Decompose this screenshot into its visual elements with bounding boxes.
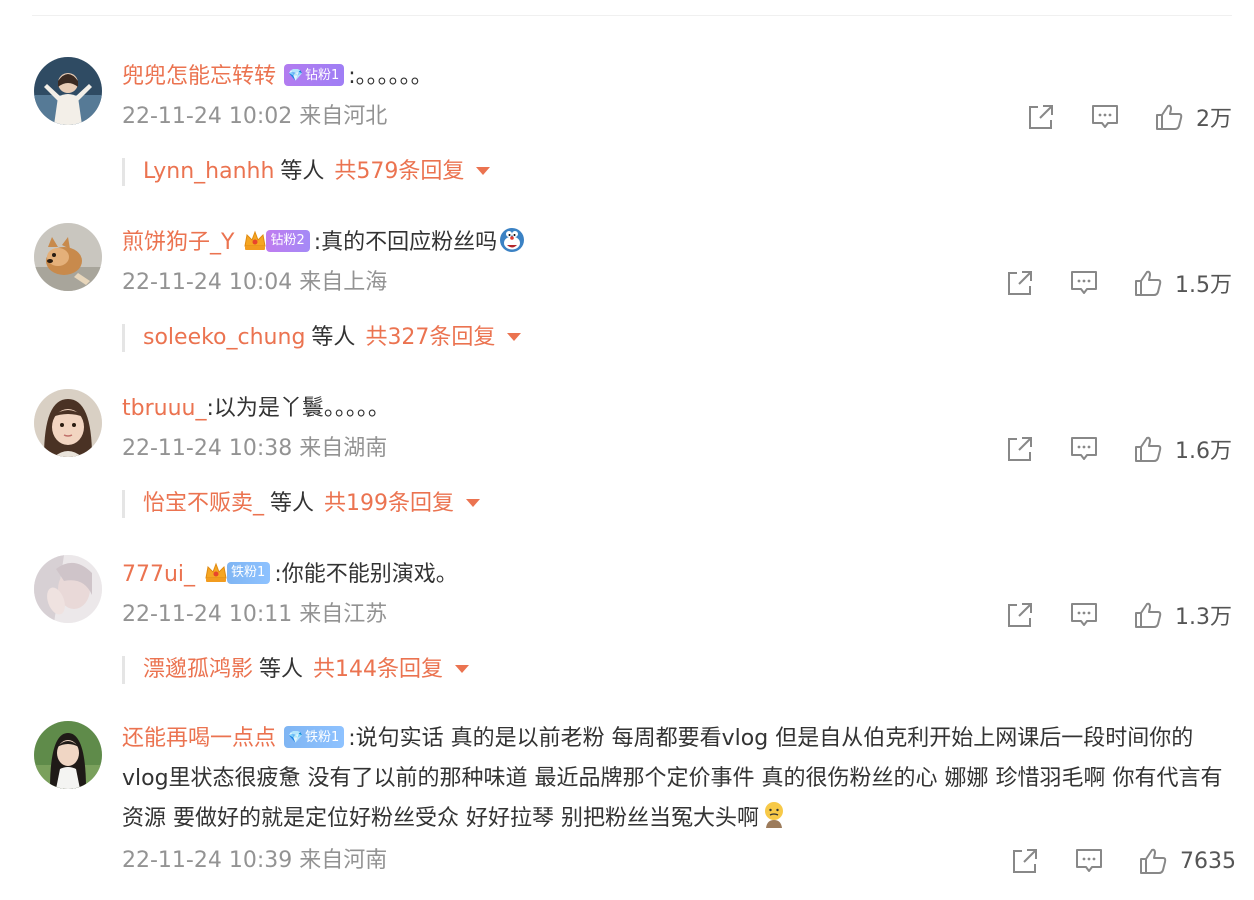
replies-toggle[interactable]: Lynn_hanhh 等人 共579条回复 (122, 158, 491, 186)
avatar[interactable] (34, 389, 102, 457)
share-icon (1008, 603, 1032, 627)
comment-header: tbruuu_:以为是丫鬟。。。。。 (122, 391, 1224, 427)
emoji-icon (497, 224, 527, 254)
comment-text: :真的不回应粉丝吗 (313, 230, 498, 255)
emoji-icon (759, 800, 789, 830)
reply-button[interactable] (1069, 268, 1099, 298)
share-icon (1013, 849, 1037, 873)
share-button[interactable] (1005, 268, 1035, 298)
replies-toggle[interactable]: soleeko_chung 等人 共327条回复 (122, 324, 522, 352)
reply-user[interactable]: soleeko_chung (143, 325, 305, 350)
reply-button[interactable] (1074, 846, 1104, 876)
share-button[interactable] (1005, 600, 1035, 630)
reply-etc: 等人 (259, 657, 304, 682)
replies-toggle[interactable]: 怡宝不贩卖_ 等人 共199条回复 (122, 490, 481, 518)
avatar[interactable] (34, 555, 102, 623)
username[interactable]: tbruuu_ (122, 396, 206, 421)
comment-meta: 22-11-24 10:39 来自河南 (122, 848, 388, 873)
crown-icon (203, 559, 229, 585)
reply-user[interactable]: Lynn_hanhh (143, 159, 274, 184)
comment-actions: 2万 (1026, 101, 1232, 133)
comment-text: :。。。。。。 (348, 64, 433, 89)
comment-header: 还能再喝一点点 💎 铁粉1:说句实话 真的是以前老粉 每周都要看vlog 但是自从伯… (122, 719, 1224, 839)
crown-icon (242, 227, 268, 253)
reply-etc: 等人 (270, 491, 315, 516)
replies-toggle[interactable]: 漂邈孤鸿影 等人 共144条回复 (122, 656, 470, 684)
reply-etc: 等人 (311, 325, 356, 350)
like-button[interactable]: 2万 (1154, 101, 1232, 133)
comment-meta: 22-11-24 10:02 来自河北 (122, 104, 388, 129)
chevron-down-icon (466, 498, 481, 507)
reply-button[interactable] (1069, 434, 1099, 464)
reply-user[interactable]: 怡宝不贩卖_ (143, 491, 264, 516)
share-icon (1008, 437, 1032, 461)
reply-button[interactable] (1069, 600, 1099, 630)
comment-icon (1071, 437, 1097, 460)
comment-icon (1092, 105, 1118, 128)
avatar[interactable] (34, 57, 102, 125)
thumbs-up-icon (1140, 848, 1167, 874)
fan-badge: 钻粉2 (266, 230, 310, 252)
reply-etc: 等人 (280, 159, 325, 184)
username[interactable]: 煎饼狗子_Y (122, 230, 234, 255)
reply-user[interactable]: 漂邈孤鸿影 (143, 657, 253, 682)
thumbs-up-icon (1135, 602, 1162, 628)
share-button[interactable] (1005, 434, 1035, 464)
thumbs-up-icon (1135, 436, 1162, 462)
chevron-down-icon (455, 664, 470, 673)
comment-meta: 22-11-24 10:11 来自江苏 (122, 602, 388, 627)
thumbs-up-icon (1135, 270, 1162, 296)
comment-actions: 7635 (1010, 845, 1236, 877)
comment-actions: 1.5万 (1005, 267, 1232, 299)
reply-count[interactable]: 共579条回复 (334, 159, 464, 184)
chevron-down-icon (507, 332, 522, 341)
comment-actions: 1.6万 (1005, 433, 1232, 465)
chevron-down-icon (476, 166, 491, 175)
comment-meta: 22-11-24 10:04 来自上海 (122, 270, 388, 295)
reply-count[interactable]: 共327条回复 (365, 325, 495, 350)
share-icon (1029, 105, 1053, 129)
fan-badge: 💎 铁粉1 (284, 726, 345, 748)
comment-meta: 22-11-24 10:38 来自湖南 (122, 436, 388, 461)
like-button[interactable]: 7635 (1138, 846, 1236, 876)
avatar[interactable] (34, 721, 102, 789)
like-button[interactable]: 1.6万 (1133, 433, 1232, 465)
reply-count[interactable]: 共199条回复 (324, 491, 454, 516)
reply-count[interactable]: 共144条回复 (313, 657, 443, 682)
comment-icon (1071, 271, 1097, 294)
share-icon (1008, 271, 1032, 295)
like-count: 1.6万 (1175, 439, 1232, 464)
comment-text: :你能不能别演戏。 (274, 562, 458, 587)
avatar[interactable] (34, 223, 102, 291)
username[interactable]: 还能再喝一点点 (122, 726, 276, 751)
comment-header: 777ui_ 铁粉1:你能不能别演戏。 (122, 557, 1224, 593)
thumbs-up-icon (1156, 104, 1183, 130)
like-count: 1.5万 (1175, 273, 1232, 298)
like-button[interactable]: 1.3万 (1133, 599, 1232, 631)
comment-icon (1071, 603, 1097, 626)
comment-header: 兜兜怎能忘转转 💎 钻粉1:。。。。。。 (122, 59, 1224, 95)
comment-text: :以为是丫鬟。。。。。 (206, 396, 390, 421)
username[interactable]: 兜兜怎能忘转转 (122, 64, 276, 89)
share-button[interactable] (1026, 102, 1056, 132)
like-count: 7635 (1180, 848, 1236, 874)
comment-icon (1076, 849, 1102, 872)
comment-header: 煎饼狗子_Y 钻粉2:真的不回应粉丝吗 (122, 225, 1224, 261)
diamond-icon: 💎 (288, 68, 303, 82)
comment-actions: 1.3万 (1005, 599, 1232, 631)
diamond-icon: 💎 (288, 730, 303, 744)
like-count: 2万 (1196, 107, 1232, 132)
like-count: 1.3万 (1175, 605, 1232, 630)
reply-button[interactable] (1090, 102, 1120, 132)
divider (32, 15, 1232, 16)
share-button[interactable] (1010, 846, 1040, 876)
username[interactable]: 777ui_ (122, 562, 195, 587)
like-button[interactable]: 1.5万 (1133, 267, 1232, 299)
fan-badge: 💎 钻粉1 (284, 64, 345, 86)
fan-badge: 铁粉1 (227, 562, 271, 584)
